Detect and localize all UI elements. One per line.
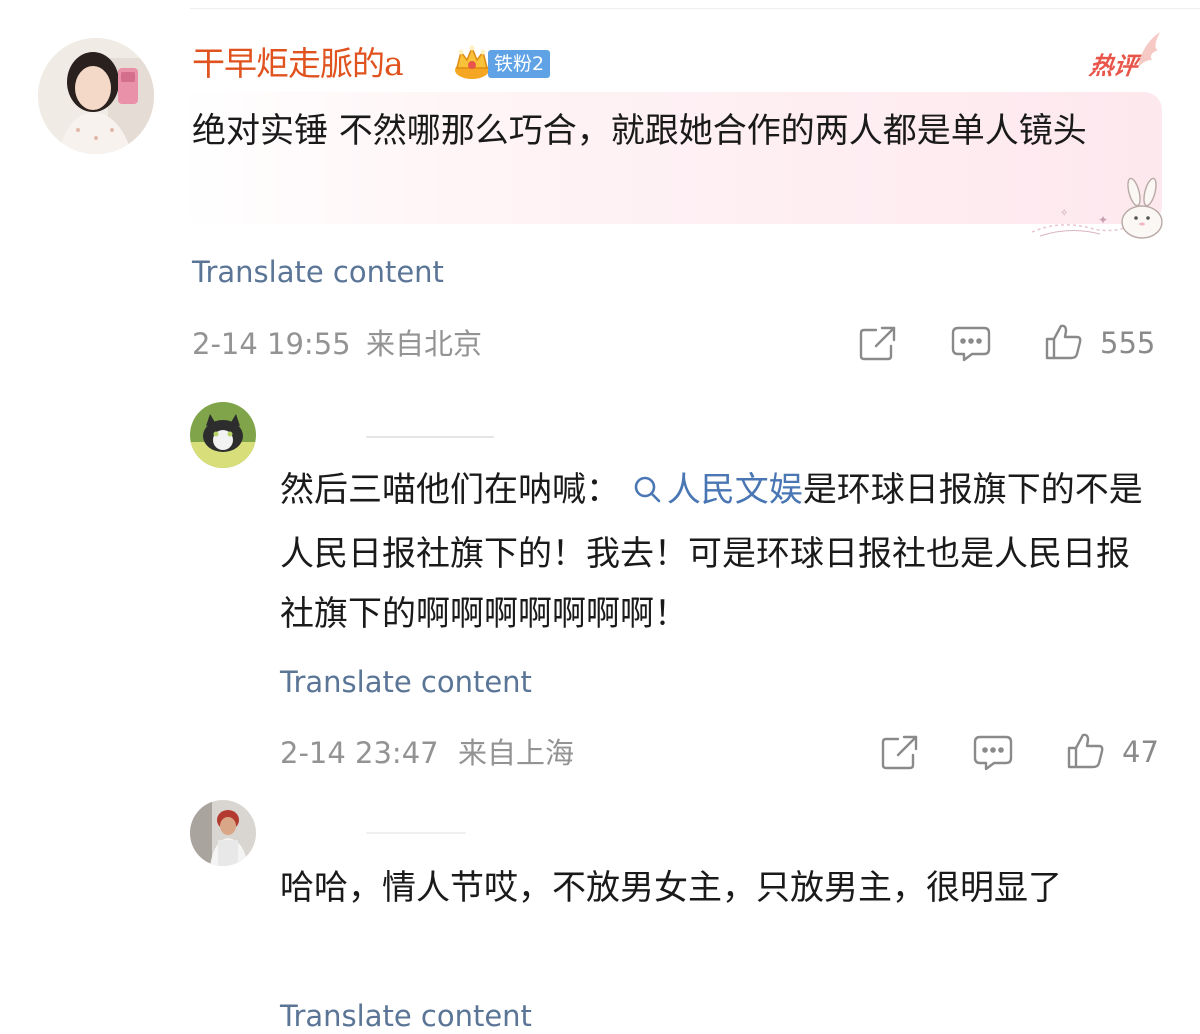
- reply-avatar[interactable]: [190, 800, 256, 866]
- topic-link[interactable]: 人民文娱: [631, 470, 803, 510]
- topic-link-label[interactable]: 人民文娱: [667, 470, 803, 510]
- fan-level-badge: 铁粉2: [488, 50, 551, 78]
- hot-comment-badge: 热评: [1087, 52, 1140, 80]
- reply-username-blurred[interactable]: [366, 436, 494, 438]
- reply-location: 来自上海: [458, 736, 575, 770]
- reply-text: 哈哈，情人节哎，不放男女主，只放男主，很明显了: [280, 868, 1062, 908]
- commenter-username[interactable]: 干早炬走脈的a: [192, 44, 404, 84]
- comment-text: 绝对实锤 不然哪那么巧合，就跟她合作的两人都是单人镜头: [192, 111, 1087, 151]
- share-icon[interactable]: [880, 733, 920, 771]
- commenter-avatar[interactable]: [38, 38, 154, 154]
- translate-content-link[interactable]: Translate content: [280, 998, 532, 1034]
- translate-content-link[interactable]: Translate content: [280, 664, 532, 700]
- svg-text:✦: ✦: [1098, 213, 1108, 227]
- bunny-sticker-icon: ✦ ✧: [1030, 176, 1166, 244]
- reply-text-before: 然后三喵他们在呐喊：: [280, 470, 620, 510]
- reply-avatar[interactable]: [190, 402, 256, 468]
- svg-text:✧: ✧: [1060, 208, 1068, 219]
- like-count: 555: [1100, 326, 1156, 360]
- top-divider: [190, 8, 1200, 9]
- reply-username-blurred[interactable]: [366, 832, 466, 834]
- crown-icon: [452, 44, 492, 80]
- reply-text: 然后三喵他们在呐喊： 人民文娱是环球日报旗下的不是人民日报社旗下的！我去！可是环…: [280, 460, 1160, 644]
- comment-location: 来自北京: [366, 327, 483, 361]
- like-count: 47: [1122, 735, 1159, 769]
- wing-decoration-icon: [1136, 30, 1162, 70]
- translate-content-link[interactable]: Translate content: [192, 254, 444, 290]
- comment-timestamp: 2-14 19:55: [192, 327, 351, 361]
- reply-timestamp: 2-14 23:47: [280, 736, 439, 770]
- thumbs-up-icon[interactable]: [1066, 731, 1106, 771]
- comment-icon[interactable]: [950, 324, 992, 362]
- search-icon: [631, 464, 663, 524]
- thumbs-up-icon[interactable]: [1044, 322, 1084, 362]
- comment-icon[interactable]: [972, 733, 1014, 771]
- share-icon[interactable]: [858, 324, 898, 362]
